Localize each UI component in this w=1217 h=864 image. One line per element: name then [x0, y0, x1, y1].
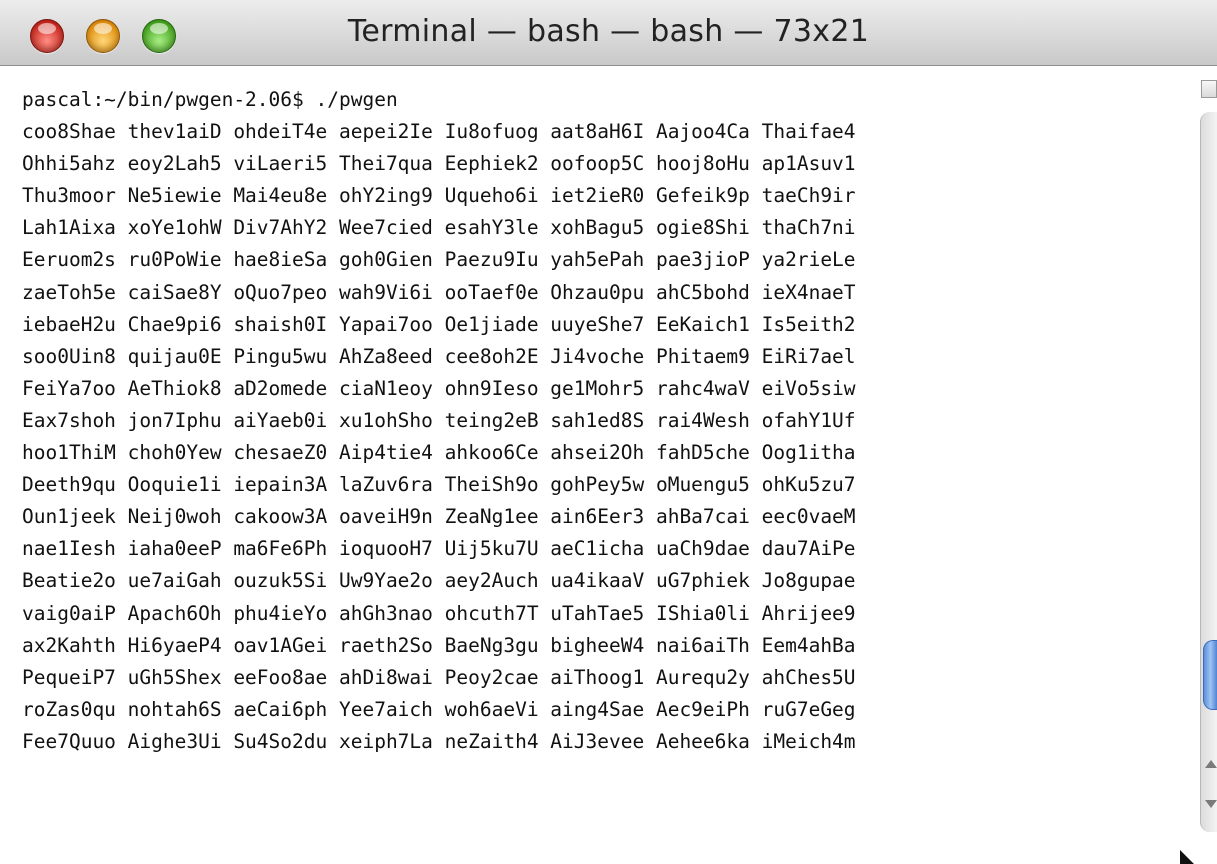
output-line: Beatie2o ue7aiGah ouzuk5Si Uw9Yae2o aey2… — [22, 569, 856, 593]
output-line: Eeruom2s ru0PoWie hae8ieSa goh0Gien Paez… — [22, 248, 856, 272]
output-line: PequeiP7 uGh5Shex eeFoo8ae ahDi8wai Peoy… — [22, 665, 856, 689]
command-prompt-line: pascal:~/bin/pwgen-2.06$ ./pwgen — [22, 88, 398, 111]
output-line: zaeToh5e caiSae8Y oQuo7peo wah9Vi6i ooTa… — [22, 280, 856, 304]
title-bar[interactable]: Terminal — bash — bash — 73x21 — [0, 0, 1217, 66]
output-line: coo8Shae thev1aiD ohdeiT4e aepei2Ie Iu8o… — [22, 120, 856, 144]
scroll-up-arrow-icon[interactable] — [1205, 760, 1217, 768]
output-line: Thu3moor Ne5iewie Mai4eu8e ohY2ing9 Uque… — [22, 184, 856, 208]
scroll-down-arrow-icon[interactable] — [1205, 800, 1217, 808]
output-line: Lah1Aixa xoYe1ohW Div7AhY2 Wee7cied esah… — [22, 216, 856, 240]
output-line: Oun1jeek Neij0woh cakoow3A oaveiH9n ZeaN… — [22, 505, 856, 529]
terminal-lines: pascal:~/bin/pwgen-2.06$ ./pwgen coo8Sha… — [22, 84, 856, 758]
output-line: hoo1ThiM choh0Yew chesaeZ0 Aip4tie4 ahko… — [22, 441, 856, 465]
output-line: nae1Iesh iaha0eeP ma6Fe6Ph ioquooH7 Uij5… — [22, 537, 856, 561]
output-line: vaig0aiP Apach6Oh phu4ieYo ahGh3nao ohcu… — [22, 601, 856, 625]
output-line: Fee7Quuo Aighe3Ui Su4So2du xeiph7La neZa… — [22, 729, 856, 753]
output-line: soo0Uin8 quijau0E Pingu5wu AhZa8eed cee8… — [22, 344, 856, 368]
scroll-track[interactable] — [1200, 112, 1217, 832]
output-line: Eax7shoh jon7Iphu aiYaeb0i xu1ohSho tein… — [22, 408, 856, 432]
output-line: iebaeH2u Chae9pi6 shaish0I Yapai7oo Oe1j… — [22, 312, 856, 336]
window-title: Terminal — bash — bash — 73x21 — [347, 14, 870, 49]
split-view-icon[interactable] — [1201, 80, 1217, 98]
output-line: FeiYa7oo AeThiok8 aD2omede ciaN1eoy ohn9… — [22, 376, 856, 400]
output-line: Deeth9qu Ooquie1i iepain3A laZuv6ra Thei… — [22, 473, 856, 497]
output-line: roZas0qu nohtah6S aeCai6ph Yee7aich woh6… — [22, 697, 856, 721]
terminal-window: Terminal — bash — bash — 73x21 pascal:~/… — [0, 0, 1217, 864]
terminal-output[interactable]: pascal:~/bin/pwgen-2.06$ ./pwgen coo8Sha… — [0, 66, 1182, 864]
resize-grip-icon[interactable] — [1180, 850, 1194, 864]
output-line: Ohhi5ahz eoy2Lah5 viLaeri5 Thei7qua Eeph… — [22, 152, 856, 176]
output-line: ax2Kahth Hi6yaeP4 oav1AGei raeth2So BaeN… — [22, 633, 856, 657]
scroll-thumb[interactable] — [1203, 640, 1217, 710]
